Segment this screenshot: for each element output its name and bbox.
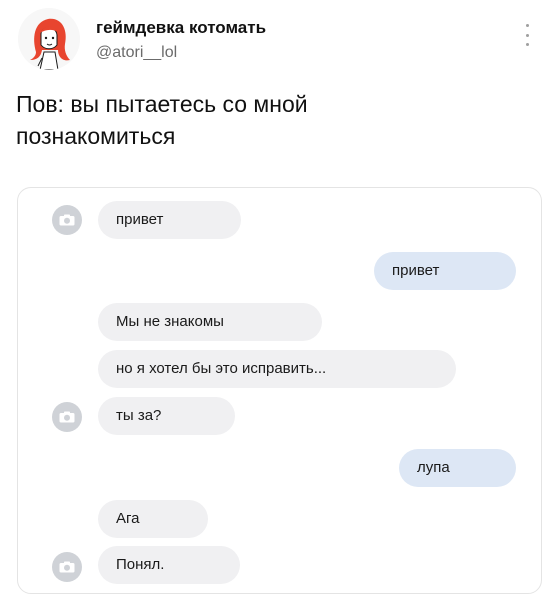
user-handle[interactable]: @atori__lol — [96, 44, 177, 62]
avatar-illustration-icon — [18, 8, 80, 70]
message-bubble-in: Мы не знакомы — [98, 303, 322, 341]
message-bubble-in: Ага — [98, 500, 208, 538]
camera-glyph-icon — [59, 411, 75, 423]
more-dot — [525, 43, 529, 46]
display-name[interactable]: геймдевка котомать — [96, 18, 266, 38]
message-bubble-out: лупа — [399, 449, 516, 487]
camera-glyph-icon — [59, 561, 75, 573]
message-bubble-in: привет — [98, 201, 241, 239]
tweet-text: Пов: вы пытаетесь со мной познакомиться — [16, 91, 308, 149]
chat-screenshot: привет привет Мы не знакомы но я хотел б… — [17, 187, 542, 594]
camera-icon[interactable] — [52, 205, 82, 235]
avatar[interactable] — [18, 8, 80, 70]
message-bubble-in: Понял. — [98, 546, 240, 584]
more-dot — [525, 33, 529, 37]
more-vertical-icon[interactable] — [524, 24, 530, 46]
camera-icon[interactable] — [52, 552, 82, 582]
message-bubble-out: привет — [374, 252, 516, 290]
camera-glyph-icon — [59, 214, 75, 226]
more-dot — [525, 24, 529, 27]
camera-icon[interactable] — [52, 402, 82, 432]
message-bubble-in: ты за? — [98, 397, 235, 435]
message-bubble-in: но я хотел бы это исправить... — [98, 350, 456, 388]
tweet-header: геймдевка котомать @atori__lol — [18, 6, 538, 76]
